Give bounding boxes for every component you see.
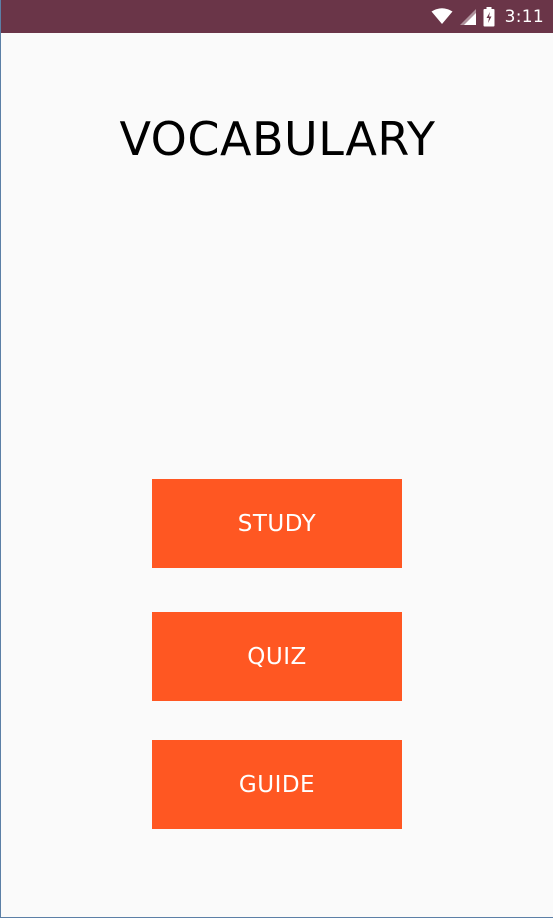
study-button[interactable]: STUDY — [152, 479, 402, 568]
status-bar: 3:11 — [1, 0, 553, 33]
status-icons: 3:11 — [431, 0, 544, 33]
cell-signal-icon — [459, 8, 477, 26]
quiz-button[interactable]: QUIZ — [152, 612, 402, 701]
status-clock: 3:11 — [504, 6, 544, 27]
app-title: VOCABULARY — [119, 112, 436, 166]
app-screen: 3:11 VOCABULARY STUDY QUIZ GUIDE — [0, 0, 553, 918]
battery-charging-icon — [483, 6, 495, 27]
wifi-icon — [431, 8, 453, 25]
guide-button[interactable]: GUIDE — [152, 740, 402, 829]
